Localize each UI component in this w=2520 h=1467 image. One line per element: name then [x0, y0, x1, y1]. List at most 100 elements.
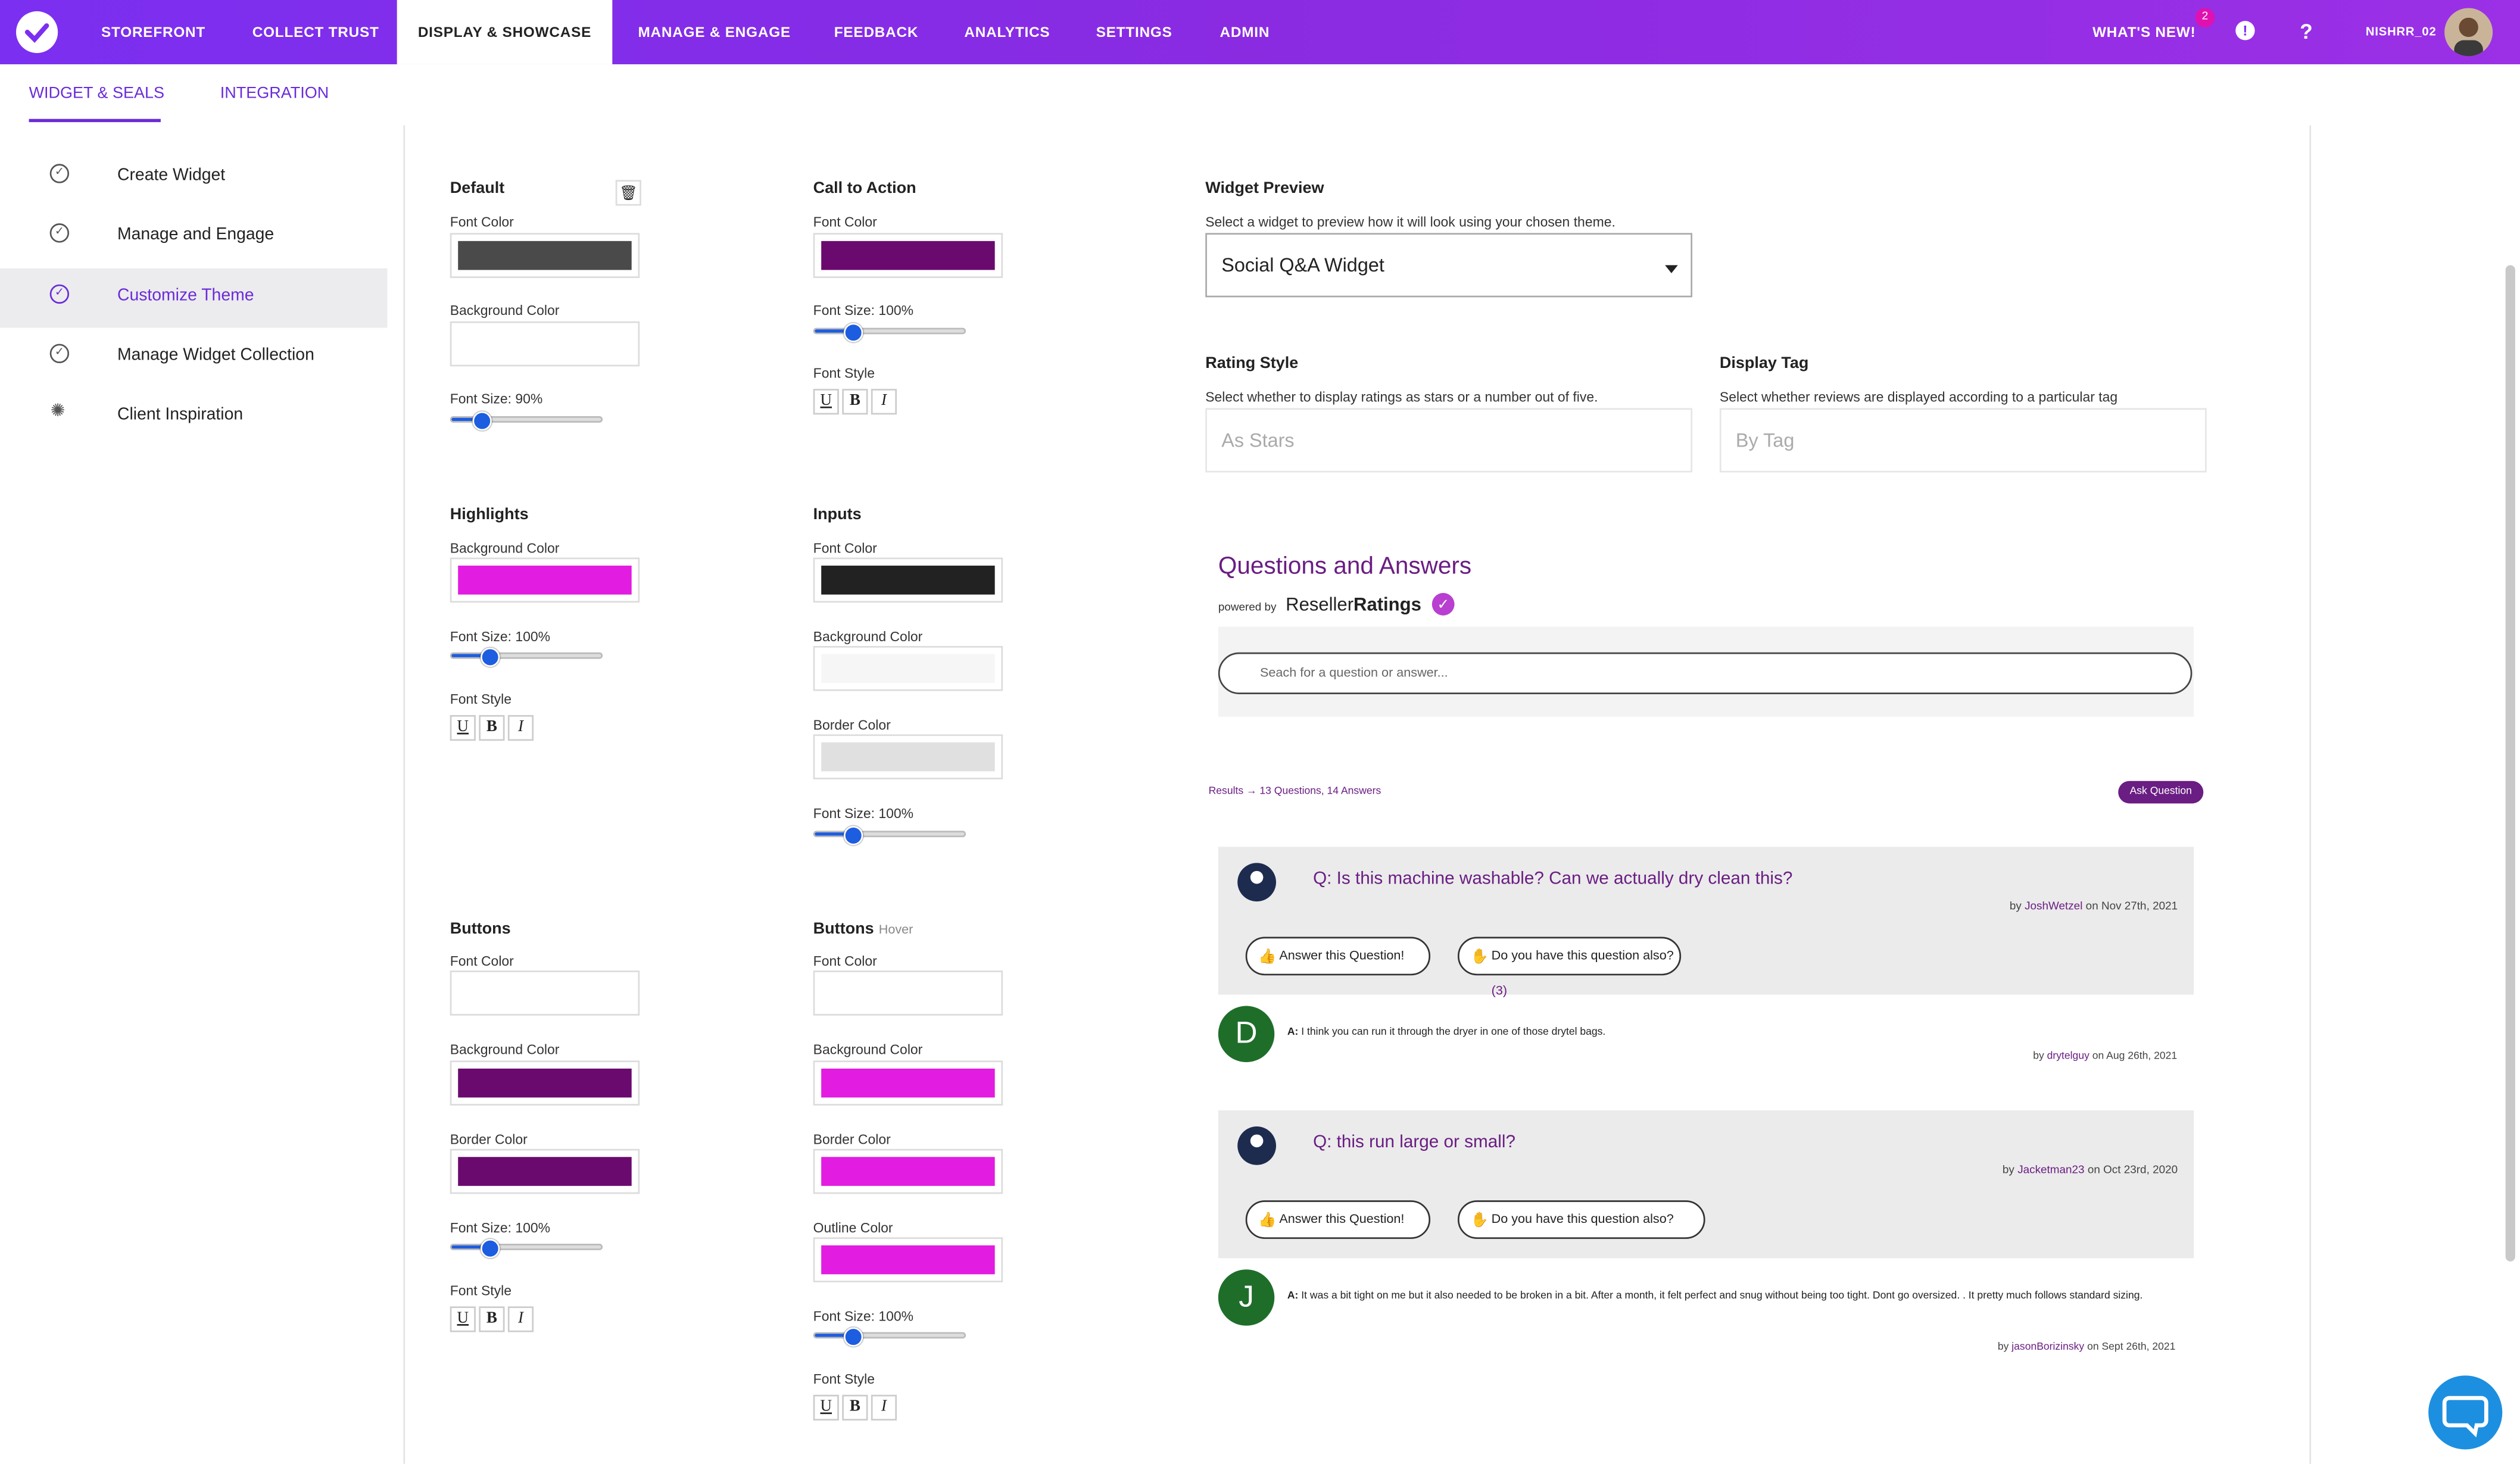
highlights-font-style-label: Font Style [450, 691, 512, 707]
avatar[interactable] [2444, 8, 2493, 57]
question-author[interactable]: JoshWetzel [2025, 901, 2082, 913]
sidebar-item-client-inspiration[interactable]: ✺ Client Inspiration [0, 387, 387, 447]
buttons-font-color-swatch[interactable] [450, 970, 640, 1016]
nav-analytics[interactable]: ANALYTICS [964, 0, 1050, 64]
inputs-border-label: Border Color [813, 716, 891, 733]
scrollbar-thumb[interactable] [2505, 265, 2515, 1262]
default-section-title: Default [450, 180, 505, 198]
inputs-font-color-swatch[interactable] [813, 557, 1003, 603]
question-text: Q: Is this machine washable? Can we actu… [1313, 869, 1793, 889]
caret-down-icon [1665, 265, 1678, 273]
nav-display-showcase[interactable]: DISPLAY & SHOWCASE [397, 0, 613, 64]
buttons-hover-font-size-slider[interactable] [813, 1327, 966, 1347]
tab-widget-seals[interactable]: WIDGET & SEALS [29, 85, 165, 103]
default-font-size-slider[interactable] [450, 411, 603, 431]
display-tag-title: Display Tag [1719, 355, 1809, 373]
chat-widget-button[interactable] [2428, 1375, 2503, 1450]
underline-button[interactable]: U [813, 1394, 839, 1421]
buttons-bg-swatch[interactable] [450, 1060, 640, 1106]
alert-icon[interactable]: ! [2235, 21, 2255, 40]
buttons-bg-label: Background Color [450, 1041, 560, 1057]
buttons-hover-font-color-swatch[interactable] [813, 970, 1003, 1016]
nav-admin[interactable]: ADMIN [1220, 0, 1270, 64]
sidebar-item-label: Manage and Engage [117, 224, 275, 245]
qa-search-input[interactable]: Seach for a question or answer... [1218, 652, 2192, 694]
underline-button[interactable]: U [450, 715, 476, 741]
underline-button[interactable]: U [813, 389, 839, 415]
question-text: Q: this run large or small? [1313, 1132, 1515, 1153]
italic-button[interactable]: I [871, 389, 897, 415]
default-bg-color-swatch[interactable] [450, 321, 640, 367]
highlights-bg-swatch[interactable] [450, 557, 640, 603]
sidebar-item-create-widget[interactable]: ✓ Create Widget [0, 148, 387, 207]
inputs-font-size-slider[interactable] [813, 826, 966, 845]
sidebar-item-manage-engage[interactable]: ✓ Manage and Engage [0, 207, 387, 267]
nav-feedback[interactable]: FEEDBACK [834, 0, 918, 64]
buttons-hover-font-size-label: Font Size: 100% [813, 1307, 914, 1324]
also-count: (3) [1491, 983, 1508, 998]
answer-body: It was a bit tight on me but it also nee… [1301, 1290, 2143, 1302]
thumbs-up-icon: 👍 [1258, 948, 1277, 965]
answer-author[interactable]: jasonBorizinsky [2011, 1342, 2084, 1353]
buttons-hover-outline-swatch[interactable] [813, 1237, 1003, 1282]
buttons-hover-border-swatch[interactable] [813, 1148, 1003, 1194]
question-card: Q: this run large or small? by Jacketman… [1218, 1110, 2194, 1259]
username[interactable]: NISHRR_02 [2366, 0, 2437, 64]
whats-new-link[interactable]: WHAT'S NEW! [2092, 0, 2195, 64]
sidebar-item-customize-theme[interactable]: ✓ Customize Theme [0, 268, 388, 328]
buttons-hover-font-style-label: Font Style [813, 1371, 875, 1387]
thumbs-up-icon: 👍 [1258, 1212, 1277, 1228]
bold-button[interactable]: B [479, 1306, 505, 1332]
question-author[interactable]: Jacketman23 [2017, 1165, 2084, 1176]
tab-integration[interactable]: INTEGRATION [220, 85, 329, 103]
inputs-border-swatch[interactable] [813, 734, 1003, 780]
buttons-font-size-slider[interactable] [450, 1238, 603, 1259]
rating-style-desc: Select whether to display ratings as sta… [1205, 389, 1598, 405]
byline-by: by [2033, 1051, 2044, 1063]
display-tag-select[interactable]: By Tag [1719, 408, 2207, 473]
cta-font-size-label: Font Size: 100% [813, 302, 914, 319]
bold-button[interactable]: B [842, 389, 868, 415]
hand-icon: ✋ [1470, 948, 1489, 965]
trash-icon[interactable]: 🗑 [615, 180, 641, 206]
buttons-border-swatch[interactable] [450, 1148, 640, 1194]
cta-font-size-slider[interactable] [813, 323, 966, 342]
sidebar-divider [403, 125, 406, 1464]
ask-question-button[interactable]: Ask Question [2118, 781, 2204, 804]
nav-settings[interactable]: SETTINGS [1096, 0, 1172, 64]
widget-preview-desc: Select a widget to preview how it will l… [1205, 213, 1615, 230]
inputs-bg-swatch[interactable] [813, 645, 1003, 691]
cta-font-color-swatch[interactable] [813, 233, 1003, 278]
answer-question-button[interactable]: 👍 Answer this Question! [1245, 937, 1431, 976]
answer-byline: by jasonBorizinsky on Sept 26th, 2021 [1998, 1342, 2176, 1353]
cta-section-title: Call to Action [813, 180, 916, 198]
nav-collect-trust[interactable]: COLLECT TRUST [252, 0, 379, 64]
italic-button[interactable]: I [507, 715, 534, 741]
buttons-hover-bg-swatch[interactable] [813, 1060, 1003, 1106]
nav-manage-engage[interactable]: MANAGE & ENGAGE [638, 0, 790, 64]
rating-style-select[interactable]: As Stars [1205, 408, 1693, 473]
lightbulb-icon: ✺ [50, 401, 66, 422]
widget-select[interactable]: Social Q&A Widget [1205, 233, 1693, 298]
buttons-border-label: Border Color [450, 1131, 528, 1148]
bold-button[interactable]: B [479, 715, 505, 741]
nav-storefront[interactable]: STOREFRONT [101, 0, 205, 64]
app-logo[interactable] [15, 11, 58, 54]
bold-button[interactable]: B [842, 1394, 868, 1421]
rating-style-title: Rating Style [1205, 355, 1299, 373]
also-have-question-button[interactable]: ✋ Do you have this question also? [1457, 1200, 1705, 1239]
sidebar-item-manage-widget-collection[interactable]: ✓ Manage Widget Collection [0, 328, 387, 388]
answer-author[interactable]: drytelguy [2047, 1051, 2089, 1062]
help-icon[interactable]: ? [2300, 0, 2313, 64]
highlights-font-size-slider[interactable] [450, 647, 603, 667]
default-font-color-swatch[interactable] [450, 233, 640, 278]
underline-button[interactable]: U [450, 1306, 476, 1332]
question-date: on Oct 23rd, 2020 [2087, 1165, 2178, 1176]
also-have-question-button[interactable]: ✋ Do you have this question also? (3) [1457, 937, 1682, 998]
also-button-label: Do you have this question also? [1491, 948, 1674, 963]
sidebar-item-label: Customize Theme [117, 286, 254, 305]
italic-button[interactable]: I [507, 1306, 534, 1332]
answer-question-button[interactable]: 👍 Answer this Question! [1245, 1200, 1431, 1239]
italic-button[interactable]: I [871, 1394, 897, 1421]
answer-byline: by drytelguy on Aug 26th, 2021 [2033, 1051, 2177, 1062]
